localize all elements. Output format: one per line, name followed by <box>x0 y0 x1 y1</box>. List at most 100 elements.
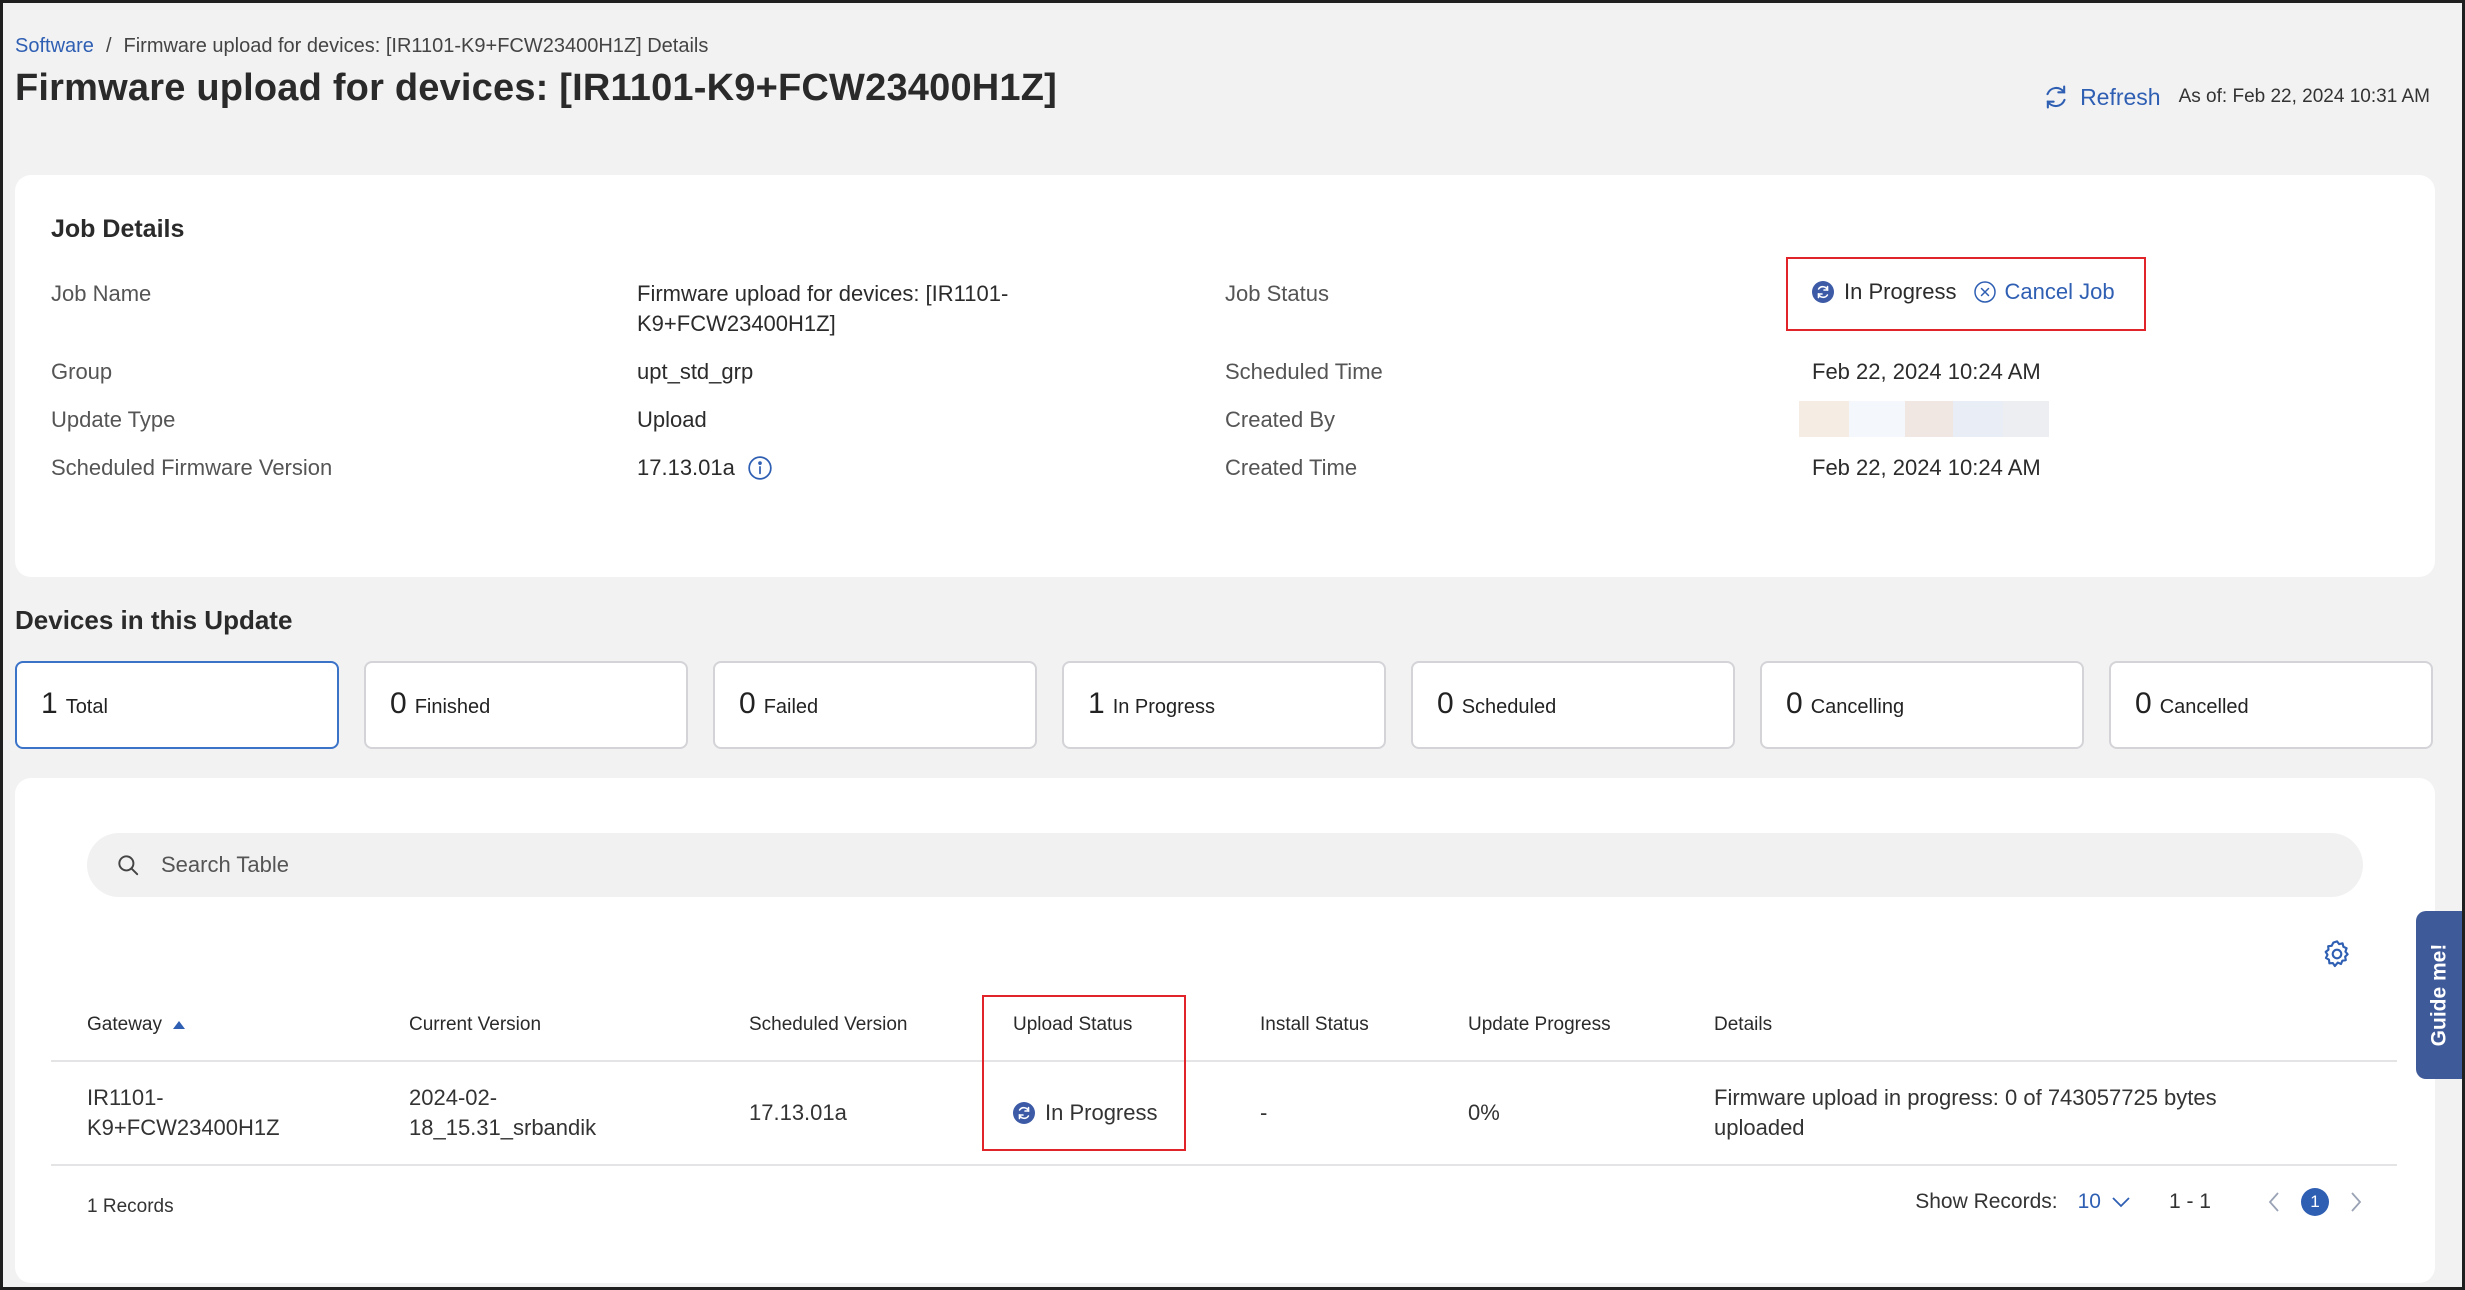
cancel-job-label: Cancel Job <box>2004 279 2115 304</box>
pagination: Show Records: 10 1 - 1 1 <box>1915 1188 2363 1216</box>
stat-count: 0 <box>390 687 407 720</box>
stat-label: Scheduled <box>1461 696 1557 718</box>
stat-in-progress[interactable]: 1 In Progress <box>1062 661 1386 749</box>
page-title: Firmware upload for devices: [IR1101-K9+… <box>15 67 1058 109</box>
redacted-block <box>1953 401 2003 437</box>
refresh-icon <box>2046 85 2066 109</box>
stat-cancelling[interactable]: 0 Cancelling <box>1760 661 2084 749</box>
job-status-label: Job Status <box>1225 281 1329 306</box>
search-bar <box>87 833 2363 897</box>
in-progress-icon <box>1812 281 1834 303</box>
scheduled-firmware-text: 17.13.01a <box>637 455 735 480</box>
redacted-block <box>1905 401 1953 437</box>
page-range: 1 - 1 <box>2168 1190 2211 1213</box>
search-input[interactable] <box>161 852 2261 878</box>
job-status-text: In Progress <box>1844 279 1957 304</box>
chevron-down-icon <box>2112 1197 2130 1208</box>
stat-failed[interactable]: 0 Failed <box>713 661 1037 749</box>
gateway-line1: IR1101- <box>87 1085 164 1110</box>
job-details-title: Job Details <box>51 215 185 243</box>
gateway-line2: K9+FCW23400H1Z <box>87 1115 280 1140</box>
stat-count: 0 <box>739 687 756 720</box>
chevron-right-icon <box>2351 1192 2362 1212</box>
stat-label: In Progress <box>1112 696 1215 718</box>
stat-count: 0 <box>1786 687 1803 720</box>
table-header-divider <box>51 1060 2397 1062</box>
records-count: 1 Records <box>87 1196 174 1217</box>
sort-ascending-icon[interactable] <box>172 1020 186 1030</box>
job-name-label: Job Name <box>51 281 152 306</box>
refresh-button[interactable]: Refresh <box>2042 83 2161 111</box>
as-of-timestamp: As of: Feb 22, 2024 10:31 AM <box>2178 86 2430 107</box>
redacted-block <box>2003 401 2049 437</box>
stat-count: 1 <box>41 687 58 720</box>
cell-upload-status: In Progress <box>1013 1098 1158 1128</box>
column-header-current-version[interactable]: Current Version <box>409 1014 541 1036</box>
update-type-label: Update Type <box>51 407 176 432</box>
stat-label: Cancelled <box>2159 696 2249 718</box>
group-value: upt_std_grp <box>637 359 754 384</box>
redacted-block <box>1799 401 1849 437</box>
scheduled-firmware-label: Scheduled Firmware Version <box>51 455 333 480</box>
cell-details: Firmware upload in progress: 0 of 743057… <box>1714 1083 2217 1143</box>
scheduled-firmware-value: 17.13.01a <box>637 453 773 483</box>
scheduled-time-label: Scheduled Time <box>1225 359 1383 384</box>
previous-page-button[interactable] <box>2267 1191 2281 1213</box>
show-records-label: Show Records: <box>1915 1190 2058 1213</box>
redacted-block <box>1849 401 1905 437</box>
stat-scheduled[interactable]: 0 Scheduled <box>1411 661 1735 749</box>
current-version-line1: 2024-02- <box>409 1085 498 1110</box>
next-page-button[interactable] <box>2349 1191 2363 1213</box>
guide-me-tab[interactable]: Guide me! <box>2416 911 2462 1079</box>
stat-count: 0 <box>2135 687 2152 720</box>
stat-cancelled[interactable]: 0 Cancelled <box>2109 661 2433 749</box>
created-time-label: Created Time <box>1225 455 1358 480</box>
column-header-scheduled-version[interactable]: Scheduled Version <box>749 1014 907 1036</box>
show-records-select[interactable]: 10 <box>2078 1190 2131 1214</box>
devices-table-card: Gateway Current Version Scheduled Versio… <box>15 778 2435 1283</box>
header-label: Gateway <box>87 1014 162 1035</box>
job-name-line1: Firmware upload for devices: [IR1101- <box>637 281 1009 306</box>
column-header-details[interactable]: Details <box>1714 1014 1772 1036</box>
stat-count: 0 <box>1437 687 1454 720</box>
job-details-card: Job Details Job Name Firmware upload for… <box>15 175 2435 577</box>
stat-finished[interactable]: 0 Finished <box>364 661 688 749</box>
breadcrumb-software-link[interactable]: Software <box>15 35 94 58</box>
details-line2: uploaded <box>1714 1115 1805 1140</box>
show-records-value: 10 <box>2077 1190 2101 1213</box>
job-name-line2: K9+FCW23400H1Z] <box>637 311 836 336</box>
page-number-button[interactable]: 1 <box>2301 1188 2329 1216</box>
stat-count: 1 <box>1088 687 1105 720</box>
gear-icon[interactable] <box>2321 938 2353 970</box>
stat-label: Failed <box>763 696 819 718</box>
breadcrumb: Software / Firmware upload for devices: … <box>15 35 708 58</box>
chevron-left-icon <box>2268 1192 2279 1212</box>
cell-current-version: 2024-02- 18_15.31_srbandik <box>409 1083 596 1143</box>
group-label: Group <box>51 359 113 384</box>
stat-label: Cancelling <box>1810 696 1905 718</box>
scheduled-time-value: Feb 22, 2024 10:24 AM <box>1812 359 2041 384</box>
refresh-area: Refresh As of: Feb 22, 2024 10:31 AM <box>2042 83 2430 111</box>
job-name-value: Firmware upload for devices: [IR1101- K9… <box>637 279 1008 339</box>
cell-update-progress: 0% <box>1468 1100 1500 1125</box>
column-header-install-status[interactable]: Install Status <box>1260 1014 1369 1036</box>
column-header-update-progress[interactable]: Update Progress <box>1468 1014 1611 1036</box>
stat-label: Total <box>65 696 108 718</box>
search-icon <box>118 855 139 876</box>
stat-label: Finished <box>414 696 491 718</box>
info-icon[interactable] <box>747 455 773 481</box>
table-row-divider <box>51 1164 2397 1166</box>
stat-total[interactable]: 1 Total <box>15 661 339 749</box>
guide-me-label: Guide me! <box>2427 943 2450 1047</box>
update-type-value: Upload <box>637 407 707 432</box>
in-progress-icon <box>1013 1102 1035 1124</box>
cell-scheduled-version: 17.13.01a <box>749 1100 847 1125</box>
cell-gateway: IR1101- K9+FCW23400H1Z <box>87 1083 280 1143</box>
column-header-gateway[interactable]: Gateway <box>87 1014 186 1036</box>
cancel-job-button[interactable]: Cancel Job <box>1973 279 2115 305</box>
details-line1: Firmware upload in progress: 0 of 743057… <box>1714 1085 2217 1110</box>
cell-install-status: - <box>1260 1100 1268 1125</box>
cancel-icon <box>1973 281 1996 303</box>
upload-status-text: In Progress <box>1045 1100 1158 1125</box>
job-status-value: In Progress Cancel Job <box>1812 279 2115 305</box>
